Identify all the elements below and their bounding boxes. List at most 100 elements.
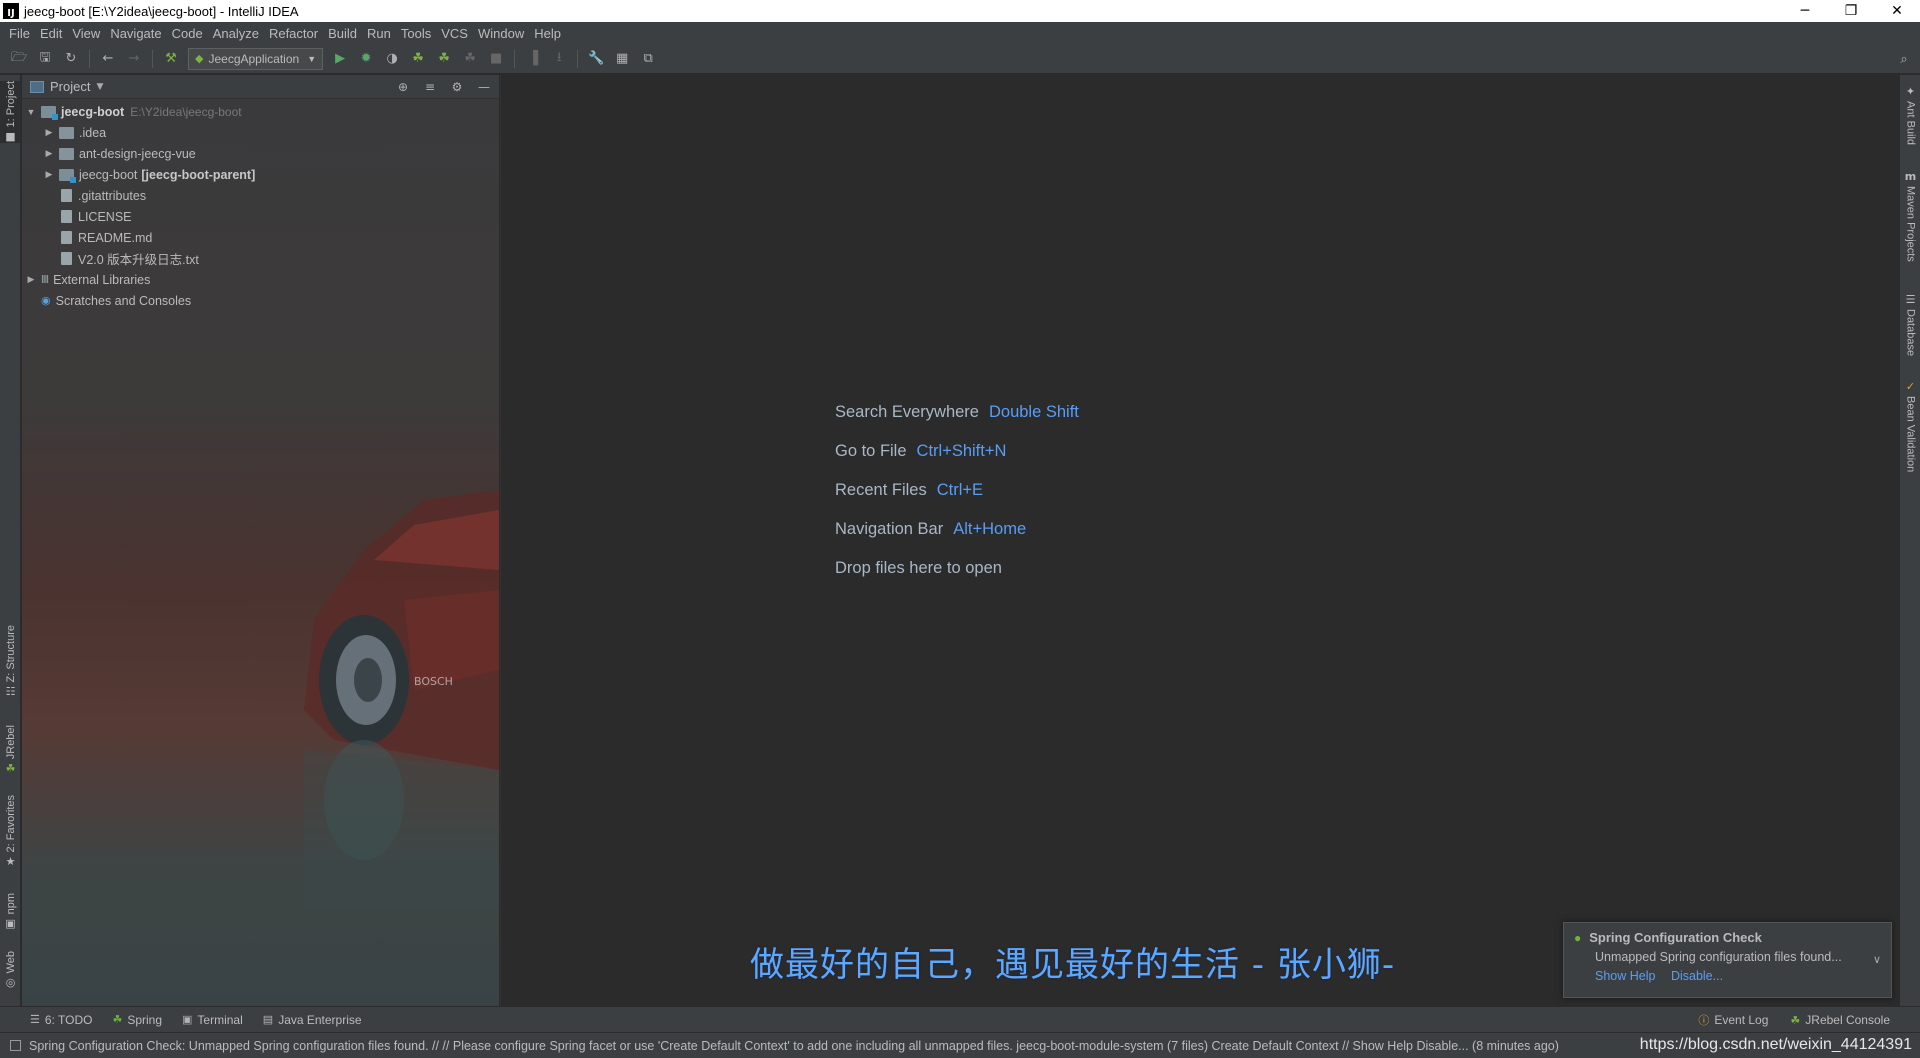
tree-item-readme[interactable]: README.md [22, 227, 499, 248]
toolbar-separator [89, 49, 90, 68]
tab-database[interactable]: ☰ Database [1900, 293, 1920, 356]
tab-ant-build[interactable]: ✦ Ant Build [1900, 85, 1920, 145]
tree-item-gitattributes[interactable]: .gitattributes [22, 185, 499, 206]
menu-refactor[interactable]: Refactor [264, 26, 323, 41]
tree-item-ant-design[interactable]: ▶ ant-design-jeecg-vue [22, 143, 499, 164]
search-icon[interactable]: ⌕ [1894, 49, 1914, 69]
menu-analyze[interactable]: Analyze [208, 26, 264, 41]
list-icon: ☰ [30, 1014, 40, 1026]
tree-item-root[interactable]: ▼ jeecg-boot E:\Y2idea\jeecg-boot [22, 101, 499, 122]
stop-icon[interactable]: ■ [486, 49, 506, 69]
jrebel-debug-icon[interactable]: ☘ [434, 49, 454, 69]
tab-jrebel-console[interactable]: ☘ JRebel Console [1790, 1012, 1890, 1028]
save-icon[interactable]: 🖫 [35, 49, 55, 69]
tree-item-label: Scratches and Consoles [55, 293, 192, 308]
folder-icon: ■ [5, 130, 16, 144]
collapsed-arrow-icon[interactable]: ▶ [25, 274, 37, 285]
menu-window[interactable]: Window [473, 26, 529, 41]
project-structure-icon[interactable]: ▦ [612, 49, 632, 69]
disable-link[interactable]: Disable... [1671, 969, 1723, 983]
gear-icon[interactable]: ⚙ [448, 78, 466, 96]
notification-title-row: ● Spring Configuration Check [1574, 930, 1881, 945]
tool-window-toggle-icon[interactable] [10, 1040, 21, 1051]
tree-item-license[interactable]: LICENSE [22, 206, 499, 227]
menu-code[interactable]: Code [167, 26, 208, 41]
editor-empty-hints: Search Everywhere Double Shift Go to Fil… [835, 393, 1079, 588]
tree-item-label: V2.0 版本升级日志.txt [78, 253, 199, 267]
status-message[interactable]: Spring Configuration Check: Unmapped Spr… [29, 1039, 1559, 1053]
tree-item-idea[interactable]: ▶ .idea [22, 122, 499, 143]
minimize-button[interactable]: ─ [1782, 0, 1828, 22]
tab-jrebel[interactable]: JRebel ☘ [0, 725, 21, 775]
tree-item-changelog[interactable]: V2.0 版本升级日志.txt [22, 248, 499, 269]
tab-npm[interactable]: npm ▣ [0, 893, 21, 930]
tab-maven-projects[interactable]: m Maven Projects [1900, 170, 1920, 262]
chevron-down-icon[interactable]: ∨ [1873, 953, 1881, 966]
open-folder-icon[interactable]: 🗁 [9, 49, 29, 69]
chevron-down-icon: ▼ [307, 53, 317, 64]
tab-todo[interactable]: ☰ 6: TODO [30, 1013, 92, 1027]
jrebel-run-icon[interactable]: ☘ [408, 49, 428, 69]
chevron-down-icon[interactable]: ▼ [96, 82, 103, 92]
menu-vcs[interactable]: VCS [436, 26, 473, 41]
hint-label: Search Everywhere [835, 403, 979, 421]
tab-java-enterprise[interactable]: ▤ Java Enterprise [263, 1013, 362, 1027]
menu-file[interactable]: File [4, 26, 35, 41]
collapsed-arrow-icon[interactable]: ▶ [43, 148, 55, 159]
collapsed-arrow-icon[interactable]: ▶ [43, 127, 55, 138]
menu-tools[interactable]: Tools [396, 26, 436, 41]
star-icon: ★ [5, 855, 16, 869]
menu-run[interactable]: Run [362, 26, 396, 41]
menu-build[interactable]: Build [323, 26, 362, 41]
title-bar: IJ jeecg-boot [E:\Y2idea\jeecg-boot] - I… [0, 0, 1920, 22]
collapse-all-icon[interactable]: ≡ [421, 78, 439, 96]
wrench-icon[interactable]: 🔧 [586, 49, 606, 69]
file-icon [61, 189, 72, 202]
folder-icon [59, 147, 74, 160]
tree-item-scratches[interactable]: ◉ Scratches and Consoles [22, 290, 499, 311]
tab-web[interactable]: Web ◎ [0, 951, 21, 989]
sync-icon[interactable]: ↻ [61, 49, 81, 69]
tab-terminal[interactable]: ▣ Terminal [182, 1013, 243, 1027]
tree-item-jeecg-boot-module[interactable]: ▶ jeecg-boot [jeecg-boot-parent] [22, 164, 499, 185]
menu-navigate[interactable]: Navigate [105, 26, 166, 41]
locate-icon[interactable]: ⊕ [394, 78, 412, 96]
menu-view[interactable]: View [67, 26, 105, 41]
car-background-image: BOSCH [304, 490, 499, 910]
hint-navigation-bar: Navigation Bar Alt+Home [835, 510, 1079, 549]
coverage-icon[interactable]: ◑ [382, 49, 402, 69]
menu-edit[interactable]: Edit [35, 26, 67, 41]
tab-favorites[interactable]: 2: Favorites ★ [0, 795, 21, 868]
sdk-manager-icon[interactable]: ⧉ [638, 49, 658, 69]
expanded-arrow-icon[interactable]: ▼ [25, 107, 37, 117]
back-icon[interactable]: ← [98, 49, 118, 69]
project-panel-header: Project ▼ ⊕ ≡ ⚙ — [22, 75, 499, 99]
restore-button[interactable]: ❐ [1828, 0, 1874, 22]
menu-help[interactable]: Help [529, 26, 566, 41]
tab-event-log[interactable]: ⓘ Event Log [1698, 1012, 1768, 1028]
tab-structure[interactable]: Z: Structure ☷ [0, 625, 21, 698]
jrebel-icon: ☘ [1790, 1014, 1801, 1027]
jrebel-disabled-icon[interactable]: ☘ [460, 49, 480, 69]
hide-icon[interactable]: — [475, 78, 493, 96]
forward-icon[interactable]: → [124, 49, 144, 69]
project-view-select[interactable]: Project [50, 79, 90, 94]
tab-bean-validation[interactable]: ✓ Bean Validation [1900, 380, 1920, 472]
close-button[interactable]: ✕ [1874, 0, 1920, 22]
build-hammer-icon[interactable]: ⚒ [161, 49, 181, 69]
debug-icon[interactable]: ✹ [356, 49, 376, 69]
tab-spring[interactable]: ☘ Spring [112, 1013, 162, 1027]
hint-label: Drop files here to open [835, 559, 1002, 577]
project-structure-disabled-icon[interactable]: ▐ [523, 49, 543, 69]
run-icon[interactable]: ▶ [330, 49, 350, 69]
spring-boot-icon: ◆ [195, 53, 204, 65]
module-folder-icon [41, 105, 58, 120]
show-help-link[interactable]: Show Help [1595, 969, 1655, 983]
tab-project[interactable]: 1: Project ■ [0, 81, 21, 144]
editor-area[interactable]: Search Everywhere Double Shift Go to Fil… [500, 75, 1898, 1006]
tree-item-external-libraries[interactable]: ▶ ‖‖ External Libraries [22, 269, 499, 290]
run-configuration-select[interactable]: ◆ JeecgApplication ▼ [188, 47, 324, 70]
update-disabled-icon[interactable]: ⭳ [549, 49, 569, 69]
hint-shortcut: Ctrl+Shift+N [916, 442, 1007, 460]
collapsed-arrow-icon[interactable]: ▶ [43, 169, 55, 180]
